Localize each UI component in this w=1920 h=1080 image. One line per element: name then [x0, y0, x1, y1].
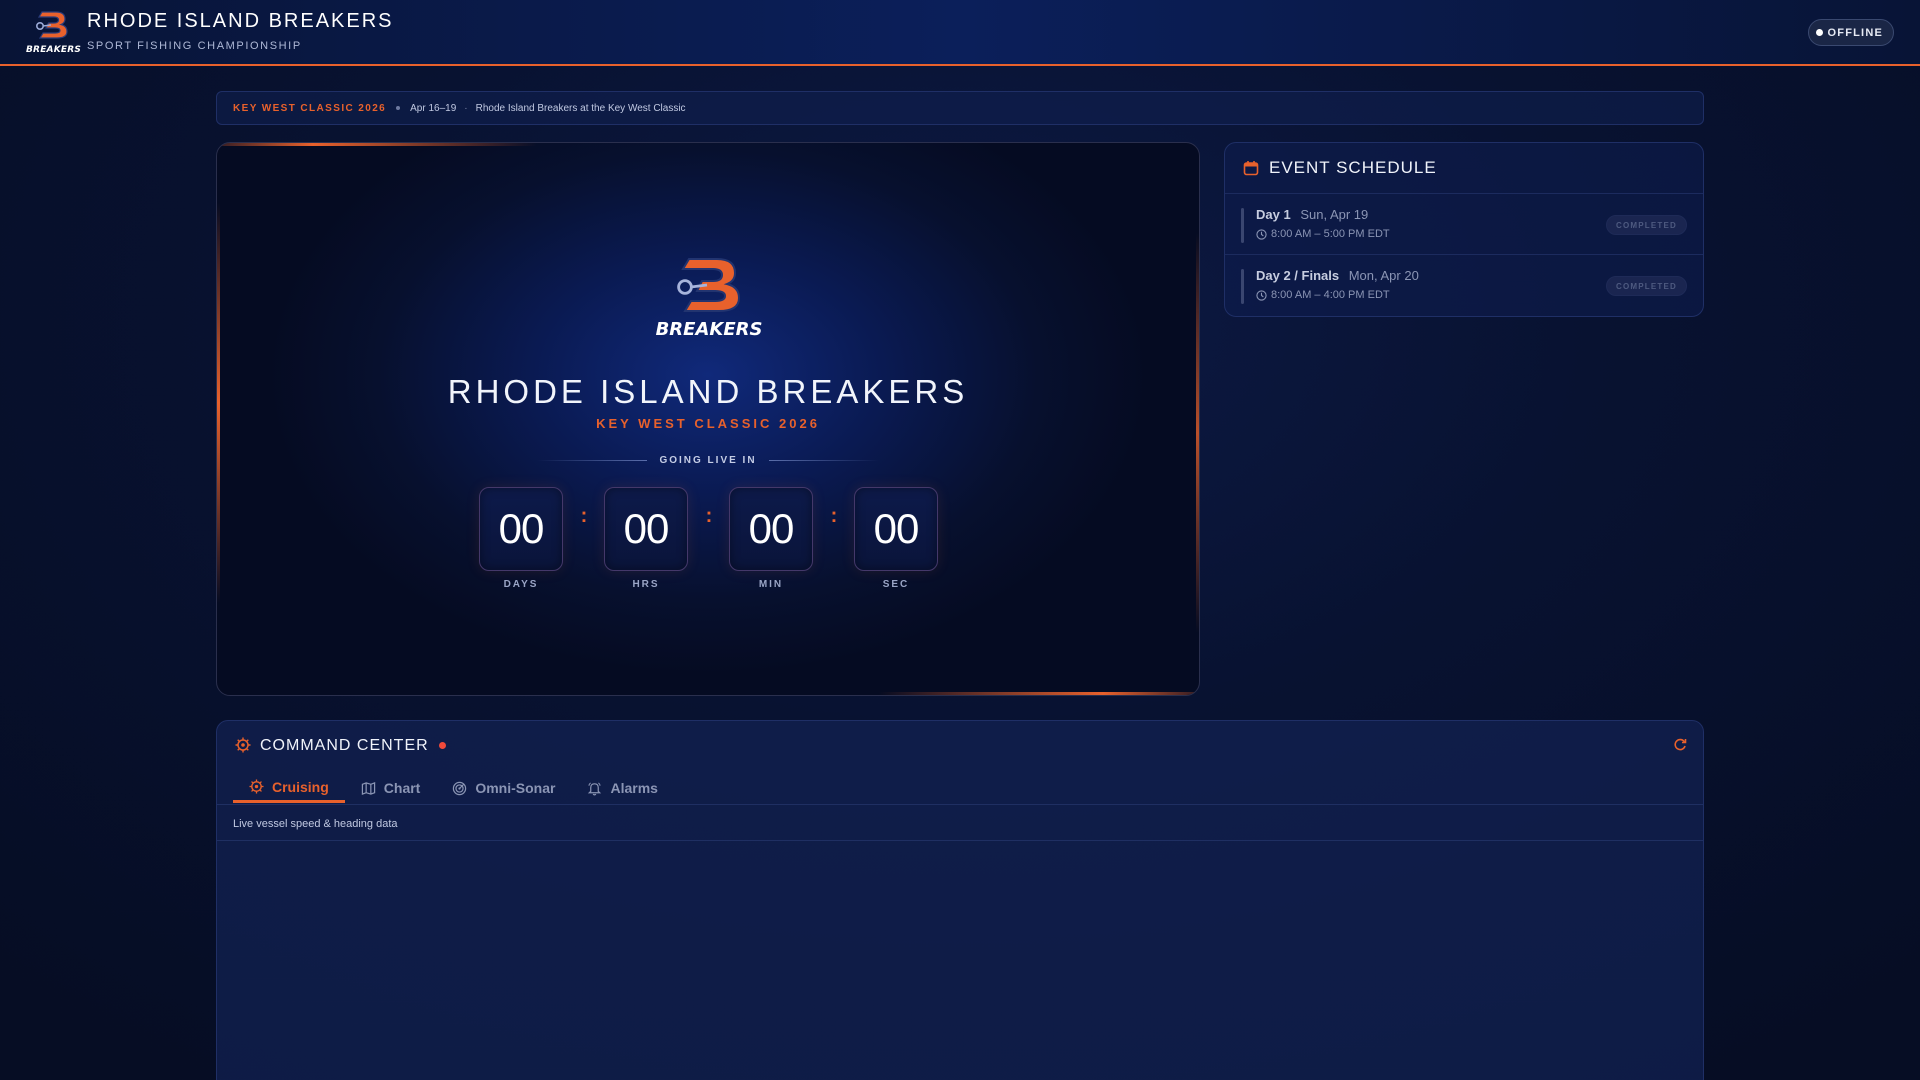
connection-status-badge: OFFLINE: [1807, 19, 1894, 46]
clock-icon: [1256, 289, 1267, 301]
event-description: Rhode Island Breakers at the Key West Cl…: [475, 102, 686, 114]
hero-logo-text: BREAKERS: [655, 319, 763, 340]
brand-text: RHODE ISLAND BREAKERS SPORT FISHING CHAM…: [87, 10, 394, 52]
countdown-days: 00 DAYS: [479, 487, 563, 590]
countdown-colon: :: [830, 505, 838, 527]
schedule-day: Day 1: [1256, 207, 1291, 222]
countdown-minutes-label: MIN: [758, 579, 784, 590]
schedule-time: 8:00 AM – 4:00 PM EDT: [1271, 289, 1390, 301]
accent-line-top: [217, 143, 537, 146]
countdown-days-value: 00: [479, 487, 563, 571]
top-bar: BREAKERS RHODE ISLAND BREAKERS SPORT FIS…: [0, 0, 1920, 66]
tab-label: Chart: [383, 780, 421, 796]
schedule-title: EVENT SCHEDULE: [1269, 158, 1437, 177]
helm-icon: [249, 779, 264, 794]
live-indicator-icon: [439, 742, 446, 749]
tab-description: Live vessel speed & heading data: [233, 818, 398, 830]
schedule-item[interactable]: Day 2 / Finals Mon, Apr 20 8:00 AM – 4:0…: [1225, 255, 1703, 316]
command-center-tabs: Cruising Chart Omni-Sonar Alarms: [233, 773, 674, 803]
schedule-date: Sun, Apr 19: [1300, 207, 1369, 222]
tabs-divider: [217, 804, 1703, 805]
status-badge: COMPLETED: [1605, 215, 1687, 235]
countdown-seconds: 00 SEC: [854, 487, 938, 590]
event-schedule-panel: EVENT SCHEDULE Day 1 Sun, Apr 19 8:00 AM…: [1224, 142, 1704, 317]
tab-chart[interactable]: Chart: [345, 773, 437, 803]
bell-icon: [588, 781, 602, 795]
helm-icon: [235, 737, 251, 753]
schedule-item[interactable]: Day 1 Sun, Apr 19 8:00 AM – 5:00 PM EDT …: [1225, 194, 1703, 255]
schedule-time: 8:00 AM – 5:00 PM EDT: [1271, 228, 1390, 240]
command-center-header: COMMAND CENTER: [217, 721, 1703, 765]
status-badge: COMPLETED: [1605, 276, 1687, 296]
tab-label: Omni-Sonar: [475, 780, 556, 796]
countdown-hours: 00 HRS: [604, 487, 688, 590]
calendar-icon: [1243, 161, 1259, 176]
tab-cruising[interactable]: Cruising: [233, 773, 345, 803]
countdown-hero-panel: BREAKERS RHODE ISLAND BREAKERS KEY WEST …: [216, 142, 1200, 696]
sonar-icon: [453, 781, 467, 795]
command-center-title: COMMAND CENTER: [260, 737, 429, 754]
breakers-b-icon: [35, 11, 68, 39]
map-icon: [361, 781, 375, 795]
countdown-minutes-value: 00: [729, 487, 813, 571]
status-label: OFFLINE: [1827, 26, 1883, 39]
hero-title: RHODE ISLAND BREAKERS: [447, 373, 969, 410]
breakers-b-logo-icon: [677, 258, 741, 312]
event-banner: KEY WEST CLASSIC 2026 Apr 16–19 · Rhode …: [216, 91, 1704, 125]
event-name: KEY WEST CLASSIC 2026: [233, 102, 387, 114]
going-live-text: GOING LIVE IN: [659, 454, 757, 466]
countdown-minutes: 00 MIN: [729, 487, 813, 590]
tab-label: Alarms: [610, 780, 658, 796]
countdown-days-label: DAYS: [503, 579, 539, 590]
app-title: RHODE ISLAND BREAKERS: [87, 10, 394, 32]
tab-omni-sonar[interactable]: Omni-Sonar: [436, 773, 571, 803]
schedule-day: Day 2 / Finals: [1256, 268, 1340, 283]
hero-subtitle: KEY WEST CLASSIC 2026: [596, 416, 820, 431]
countdown-hours-label: HRS: [632, 579, 660, 590]
countdown-colon: :: [705, 505, 713, 527]
countdown-hours-value: 00: [604, 487, 688, 571]
countdown-colon: :: [580, 505, 588, 527]
brand-logo[interactable]: BREAKERS: [26, 9, 82, 55]
divider-line: [768, 459, 879, 461]
refresh-icon[interactable]: [1671, 736, 1689, 754]
schedule-item-indicator: [1241, 208, 1244, 243]
clock-icon: [1256, 228, 1267, 240]
content-divider: [217, 840, 1703, 841]
schedule-item-indicator: [1241, 269, 1244, 304]
accent-edge-right: [1196, 233, 1199, 633]
middot-separator: ·: [464, 102, 468, 114]
hero-logo: BREAKERS: [653, 253, 765, 349]
brand-logo-text: BREAKERS: [26, 45, 82, 55]
countdown-timer: 00 DAYS : 00 HRS : 00 MIN : 00 SEC: [479, 487, 939, 597]
countdown-seconds-label: SEC: [882, 579, 910, 590]
divider-line: [537, 459, 648, 461]
accent-line-bottom: [879, 692, 1199, 695]
tab-alarms[interactable]: Alarms: [571, 773, 673, 803]
status-dot-icon: [1815, 29, 1823, 36]
tab-label: Cruising: [272, 778, 329, 795]
schedule-date: Mon, Apr 20: [1348, 268, 1419, 283]
countdown-seconds-value: 00: [854, 487, 938, 571]
event-dates: Apr 16–19: [410, 102, 457, 114]
command-center-panel: COMMAND CENTER Cruising Chart Omni-Sonar…: [216, 720, 1704, 1080]
dot-separator-icon: [396, 106, 401, 110]
app-subtitle: SPORT FISHING CHAMPIONSHIP: [87, 40, 302, 52]
schedule-header: EVENT SCHEDULE: [1225, 143, 1703, 194]
going-live-label: GOING LIVE IN: [537, 453, 879, 467]
